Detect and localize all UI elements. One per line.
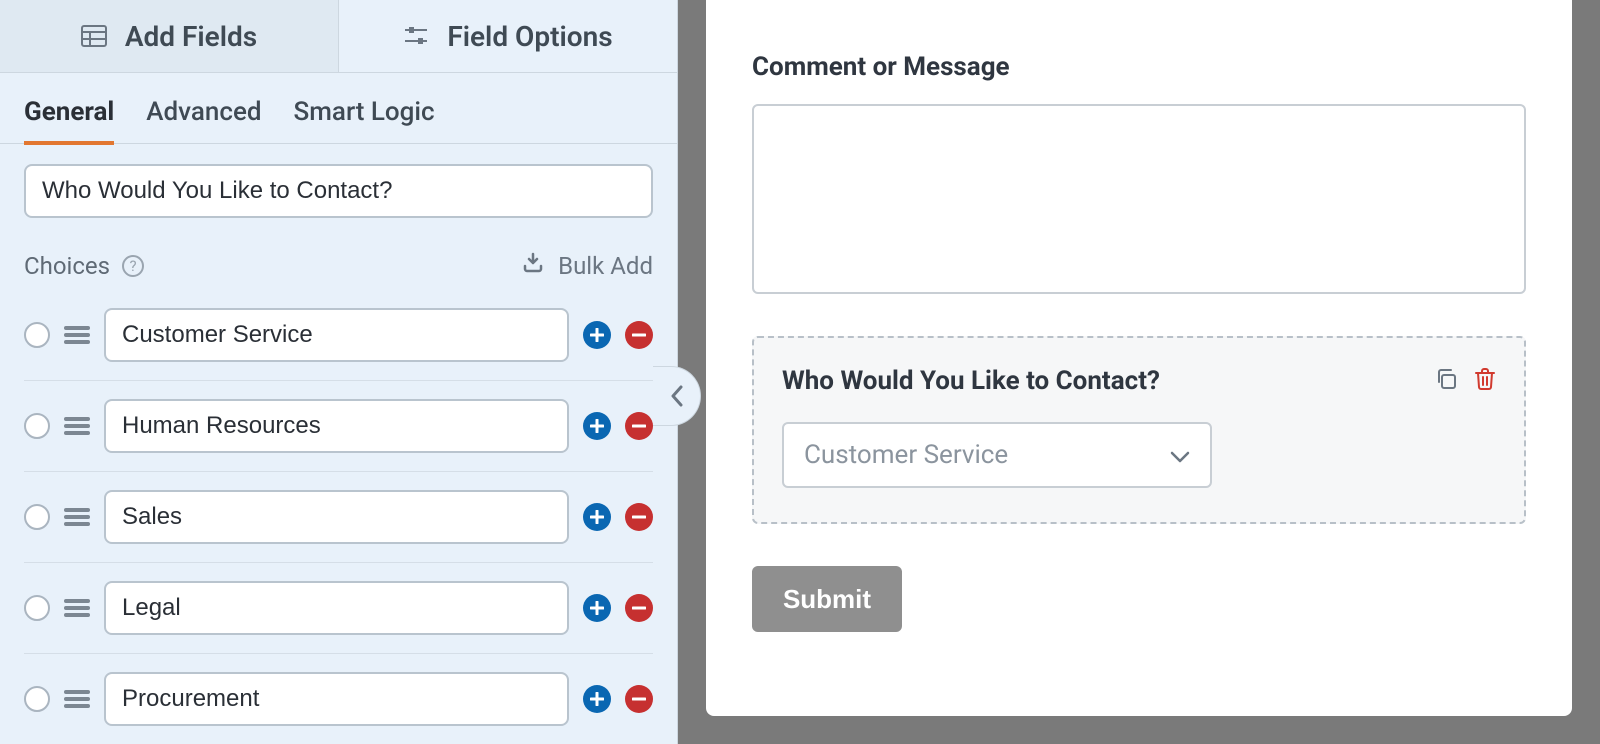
panel-sub-tabs: General Advanced Smart Logic <box>0 73 677 144</box>
bulk-add-button[interactable]: Bulk Add <box>522 252 653 280</box>
submit-button[interactable]: Submit <box>752 566 902 632</box>
dropdown-selected-value: Customer Service <box>804 440 1008 470</box>
comment-field-label: Comment or Message <box>752 52 1526 82</box>
field-label-input[interactable] <box>24 164 653 218</box>
add-choice-button[interactable] <box>583 685 611 713</box>
form-preview-canvas: Comment or Message Who Would You Like to… <box>706 0 1572 716</box>
form-preview-wrap: Comment or Message Who Would You Like to… <box>678 0 1600 744</box>
drag-handle-icon[interactable] <box>64 415 90 437</box>
default-choice-radio[interactable] <box>24 504 50 530</box>
subtab-advanced[interactable]: Advanced <box>146 97 261 143</box>
choice-row <box>24 290 653 380</box>
download-icon <box>522 252 544 280</box>
default-choice-radio[interactable] <box>24 595 50 621</box>
add-choice-button[interactable] <box>583 321 611 349</box>
choice-input[interactable] <box>104 308 569 362</box>
remove-choice-button[interactable] <box>625 594 653 622</box>
choices-header: Choices ? Bulk Add <box>24 252 653 280</box>
choice-input[interactable] <box>104 399 569 453</box>
chevron-down-icon <box>1170 440 1190 470</box>
remove-choice-button[interactable] <box>625 321 653 349</box>
delete-field-button[interactable] <box>1474 367 1496 395</box>
chevron-left-icon <box>670 385 684 407</box>
drag-handle-icon[interactable] <box>64 324 90 346</box>
subtab-general[interactable]: General <box>24 97 114 145</box>
choices-label: Choices <box>24 252 110 280</box>
remove-choice-button[interactable] <box>625 685 653 713</box>
duplicate-field-button[interactable] <box>1434 367 1458 395</box>
selected-field-block[interactable]: Who Would You Like to Contact? <box>752 336 1526 524</box>
contact-field-label: Who Would You Like to Contact? <box>782 366 1160 396</box>
bulk-add-label: Bulk Add <box>558 252 653 280</box>
subtab-smart-logic[interactable]: Smart Logic <box>294 97 435 143</box>
add-choice-button[interactable] <box>583 412 611 440</box>
drag-handle-icon[interactable] <box>64 688 90 710</box>
field-actions <box>1434 367 1496 395</box>
choice-row <box>24 562 653 653</box>
copy-icon <box>1434 376 1458 395</box>
add-choice-button[interactable] <box>583 594 611 622</box>
remove-choice-button[interactable] <box>625 412 653 440</box>
choice-input[interactable] <box>104 490 569 544</box>
sliders-icon <box>403 25 429 47</box>
choice-row <box>24 471 653 562</box>
comment-textarea[interactable] <box>752 104 1526 294</box>
drag-handle-icon[interactable] <box>64 506 90 528</box>
drag-handle-icon[interactable] <box>64 597 90 619</box>
tab-field-options[interactable]: Field Options <box>338 0 677 72</box>
tab-add-fields[interactable]: Add Fields <box>0 0 338 72</box>
remove-choice-button[interactable] <box>625 503 653 531</box>
panel-top-tabs: Add Fields Field Options <box>0 0 677 73</box>
field-options-panel: Add Fields Field Options General Advance… <box>0 0 678 744</box>
contact-dropdown[interactable]: Customer Service <box>782 422 1212 488</box>
trash-icon <box>1474 376 1496 395</box>
choice-row <box>24 380 653 471</box>
default-choice-radio[interactable] <box>24 413 50 439</box>
default-choice-radio[interactable] <box>24 322 50 348</box>
panel-body: Choices ? Bulk Add <box>0 144 677 744</box>
choices-list <box>24 290 653 744</box>
choice-input[interactable] <box>104 672 569 726</box>
choice-row <box>24 653 653 744</box>
tab-add-fields-label: Add Fields <box>125 20 257 53</box>
help-icon[interactable]: ? <box>122 255 144 277</box>
choice-input[interactable] <box>104 581 569 635</box>
default-choice-radio[interactable] <box>24 686 50 712</box>
grid-form-icon <box>81 25 107 47</box>
tab-field-options-label: Field Options <box>447 20 612 53</box>
add-choice-button[interactable] <box>583 503 611 531</box>
